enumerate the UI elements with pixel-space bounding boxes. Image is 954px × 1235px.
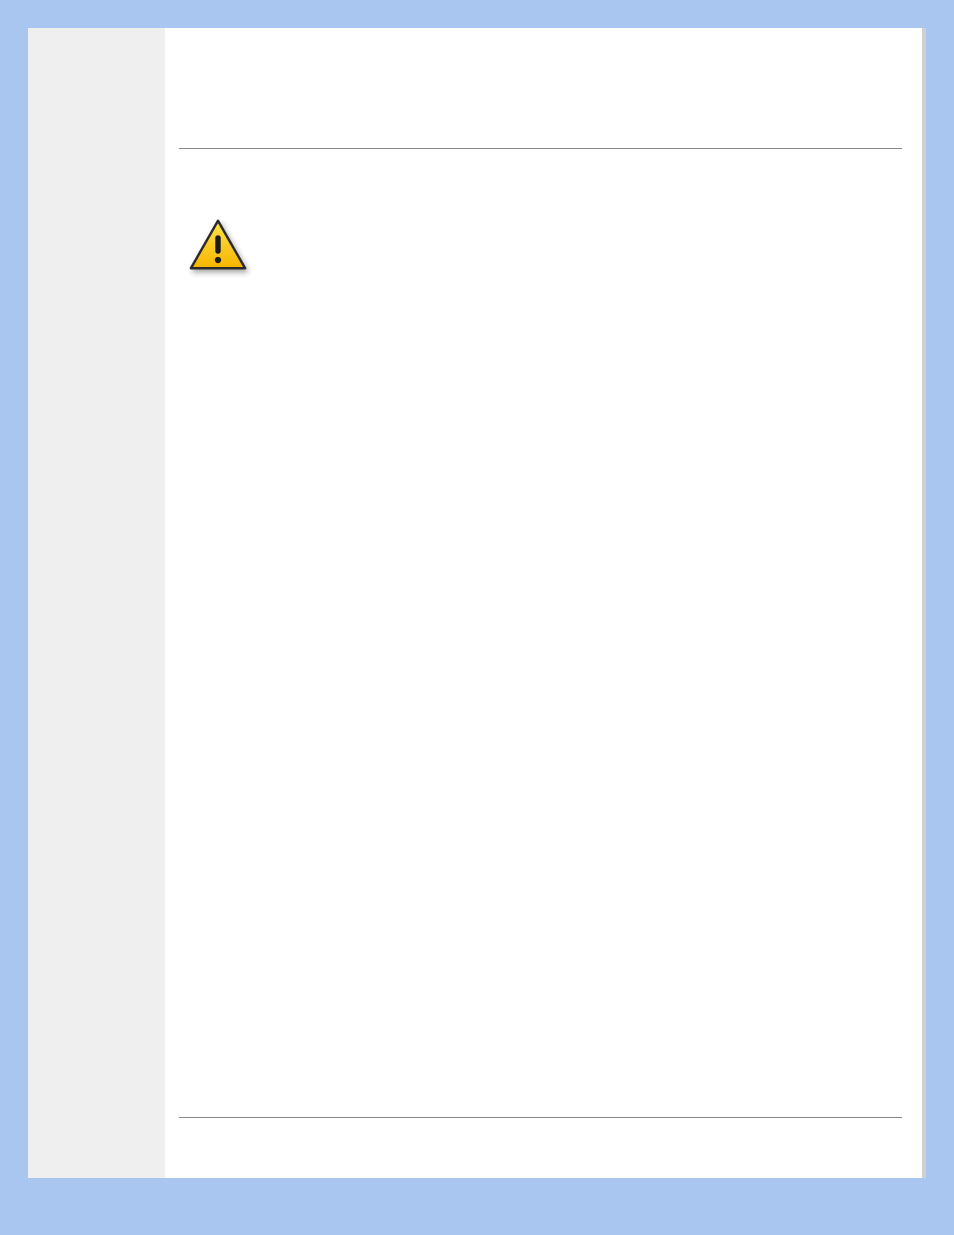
sidebar — [28, 28, 165, 1178]
warning-triangle-icon — [187, 217, 249, 278]
divider-top — [179, 148, 902, 149]
main-content — [165, 28, 922, 1178]
divider-bottom — [179, 1117, 902, 1118]
page-wrapper — [28, 28, 926, 1178]
content-area — [179, 157, 902, 278]
header-area — [179, 48, 902, 148]
